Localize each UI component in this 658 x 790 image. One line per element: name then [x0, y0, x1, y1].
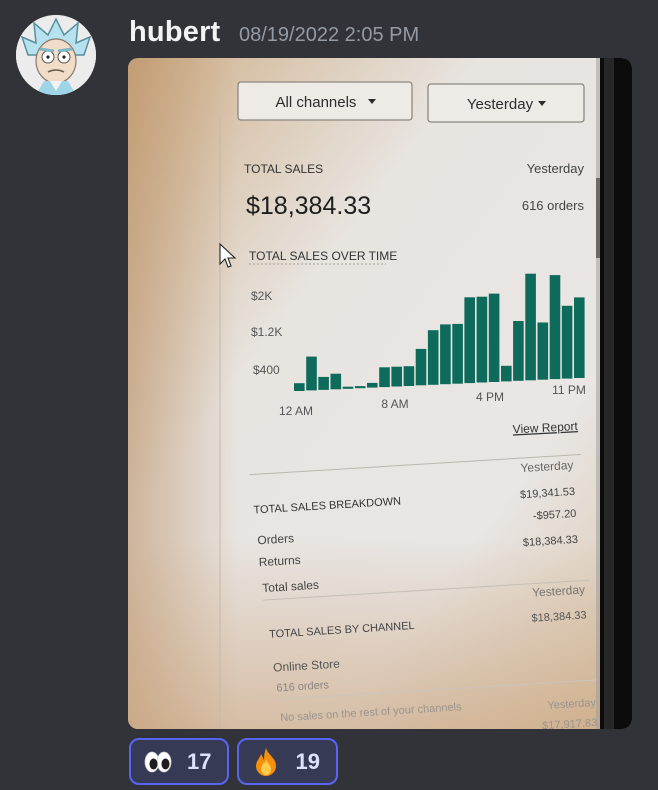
y-tick-400: $400: [253, 363, 280, 377]
eyes-emoji-icon: [144, 751, 172, 772]
svg-text:All channels: All channels: [276, 94, 357, 111]
sales-bar-4-pm: [488, 293, 500, 382]
reaction-fire-count: 19: [295, 748, 320, 774]
message-timestamp: 08/19/2022 2:05 PM: [239, 24, 420, 46]
reactions-bar: 17 19: [129, 738, 338, 785]
rick-portrait-avatar: [16, 15, 96, 95]
svg-text:Yesterday: Yesterday: [467, 96, 534, 113]
sales-bar-5-pm: [501, 365, 512, 382]
chart-title: TOTAL SALES OVER TIME: [249, 249, 397, 263]
sales-bar-11-am: [427, 330, 439, 385]
total-sales-period: Yesterday: [527, 161, 585, 176]
sales-bar-12-pm: [440, 324, 451, 385]
orders-label: Orders: [257, 531, 294, 547]
sales-bar-8-am: [391, 366, 402, 387]
x-tick-12am: 12 AM: [279, 404, 313, 418]
sales-bar-7-pm: [525, 273, 536, 381]
reaction-eyes-count: 17: [187, 748, 212, 774]
sales-bar-1-pm: [452, 323, 463, 384]
x-tick-8am: 8 AM: [381, 397, 408, 411]
sales-bar-3-pm: [476, 296, 488, 383]
sales-bar-8-pm: [537, 322, 549, 380]
sales-bar-10-pm: [561, 305, 573, 379]
sales-bar-12-am: [294, 383, 305, 391]
x-tick-11pm: 11 PM: [552, 383, 586, 397]
sales-bar-10-am: [415, 348, 427, 386]
sales-bar-6-am: [367, 382, 378, 388]
sales-bar-6-pm: [513, 321, 524, 381]
reaction-fire[interactable]: 19: [237, 738, 338, 785]
sales-bar-9-am: [403, 366, 415, 386]
y-tick-2k: $2K: [251, 289, 272, 303]
author-name[interactable]: hubert: [129, 16, 220, 49]
sales-bar-2-pm: [464, 297, 475, 384]
sales-bar-3-am: [330, 373, 342, 390]
sales-bar-1-am: [306, 356, 317, 391]
x-tick-4pm: 4 PM: [476, 390, 504, 404]
user-avatar[interactable]: [16, 15, 96, 95]
sales-bar-11-pm: [574, 297, 585, 378]
image-attachment[interactable]: All channels Yesterday TOTAL SALES Yeste…: [128, 58, 632, 729]
monitor-photo: All channels Yesterday TOTAL SALES Yeste…: [128, 58, 632, 729]
channel-dropdown: All channels: [237, 81, 413, 121]
fire-emoji-icon: [256, 747, 277, 776]
sales-bar-9-pm: [549, 275, 561, 380]
sales-bar-7-am: [379, 367, 390, 388]
period-dropdown: Yesterday: [427, 83, 585, 123]
sales-bar-4-am: [342, 386, 354, 389]
total-sales-value: $18,384.33: [246, 192, 371, 220]
sales-bar-2-am: [318, 376, 329, 390]
sales-bar-5-am: [354, 386, 366, 389]
orders-count: 616 orders: [522, 198, 585, 213]
total-sales-label: TOTAL SALES: [244, 162, 323, 176]
reaction-eyes[interactable]: 17: [129, 738, 230, 785]
y-tick-1-2k: $1.2K: [251, 325, 282, 339]
returns-label: Returns: [258, 553, 301, 570]
